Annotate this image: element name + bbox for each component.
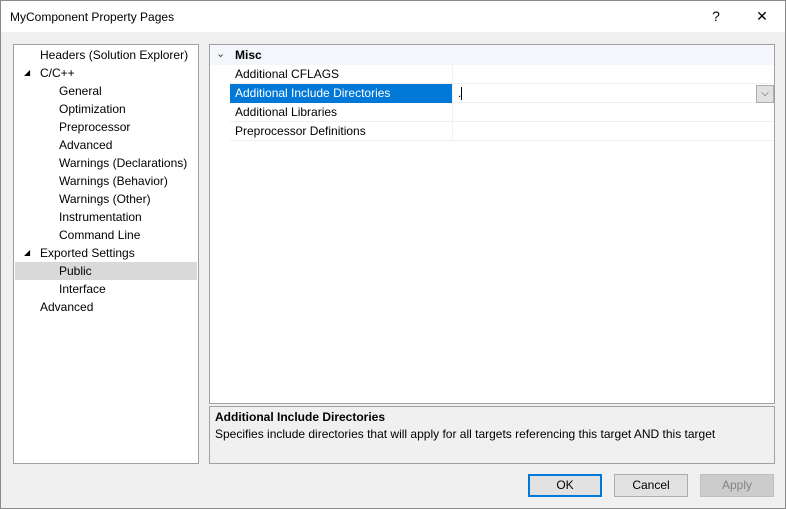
tree-item-label: Advanced — [40, 300, 94, 314]
cancel-button[interactable]: Cancel — [614, 474, 688, 497]
tree-item-label: Interface — [59, 282, 106, 296]
tree-item[interactable]: ◢ Exported Settings — [15, 244, 197, 262]
tree-item-label: Advanced — [59, 138, 113, 152]
tree-item[interactable]: Instrumentation — [15, 208, 197, 226]
description-text: Specifies include directories that will … — [215, 427, 716, 441]
chevron-down-icon[interactable]: ⌄ — [216, 47, 225, 60]
tree-item-label: Instrumentation — [59, 210, 142, 224]
window-title: MyComponent Property Pages — [10, 10, 175, 24]
expand-arrow-icon[interactable]: ◢ — [24, 64, 30, 82]
property-value[interactable] — [454, 122, 774, 141]
property-row[interactable]: Preprocessor Definitions — [230, 122, 774, 141]
property-row[interactable]: Additional CFLAGS — [230, 65, 774, 84]
tree-item[interactable]: ◢ C/C++ — [15, 64, 197, 82]
apply-button[interactable]: Apply — [700, 474, 774, 497]
tree-item[interactable]: Public — [15, 262, 197, 280]
tree-item[interactable]: Advanced — [15, 298, 197, 316]
tree-item[interactable]: General — [15, 82, 197, 100]
tree-item-label: C/C++ — [40, 66, 75, 80]
property-value[interactable] — [454, 65, 774, 84]
tree-item-label: General — [59, 84, 102, 98]
tree-item[interactable]: Command Line — [15, 226, 197, 244]
tree-item-label: Headers (Solution Explorer) — [40, 48, 189, 62]
tree-item-label: Optimization — [59, 102, 126, 116]
tree-item[interactable]: Warnings (Declarations) — [15, 154, 197, 172]
tree-item[interactable]: Warnings (Behavior) — [15, 172, 197, 190]
close-button[interactable]: ✕ — [739, 1, 785, 32]
property-name[interactable]: Additional CFLAGS — [230, 65, 453, 84]
property-name[interactable]: Preprocessor Definitions — [230, 122, 453, 141]
expand-arrow-icon[interactable]: ◢ — [24, 244, 30, 262]
tree-item-label: Command Line — [59, 228, 141, 242]
property-row[interactable]: Additional Libraries — [230, 103, 774, 122]
tree-item[interactable]: Interface — [15, 280, 197, 298]
tree-item[interactable]: Advanced — [15, 136, 197, 154]
tree-item[interactable]: Optimization — [15, 100, 197, 118]
property-value[interactable] — [454, 103, 774, 122]
tree-item-label: Warnings (Behavior) — [59, 174, 168, 188]
property-name[interactable]: Additional Libraries — [230, 103, 453, 122]
help-button[interactable]: ? — [693, 1, 739, 32]
tree-item-label: Preprocessor — [59, 120, 131, 134]
dropdown-chevron-icon[interactable]: ⌵ — [756, 85, 774, 103]
tree-item-label: Warnings (Declarations) — [59, 156, 188, 170]
property-grid: ⌄ Misc Additional CFLAGS Additional Inclu… — [209, 44, 775, 404]
property-tree: Headers (Solution Explorer) ◢ C/C++ General… — [13, 44, 199, 464]
ok-button[interactable]: OK — [528, 474, 602, 497]
tree-item-label: Exported Settings — [40, 246, 135, 260]
description-panel: Additional Include Directories Specifies… — [209, 406, 775, 464]
property-name[interactable]: Additional Include Directories — [230, 84, 453, 103]
property-row[interactable]: Additional Include Directories. ⌵ — [230, 84, 774, 103]
tree-item[interactable]: Preprocessor — [15, 118, 197, 136]
property-value[interactable]: . ⌵ — [454, 84, 774, 103]
tree-item[interactable]: Headers (Solution Explorer) — [15, 46, 197, 64]
category-label: Misc — [235, 48, 262, 62]
text-cursor — [461, 87, 463, 101]
tree-item-label: Warnings (Other) — [59, 192, 151, 206]
tree-item[interactable]: Warnings (Other) — [15, 190, 197, 208]
category-misc[interactable]: ⌄ Misc — [210, 45, 774, 65]
title-bar: MyComponent Property Pages ? ✕ — [1, 1, 785, 32]
tree-item-label: Public — [59, 264, 92, 278]
description-title: Additional Include Directories — [215, 410, 386, 424]
